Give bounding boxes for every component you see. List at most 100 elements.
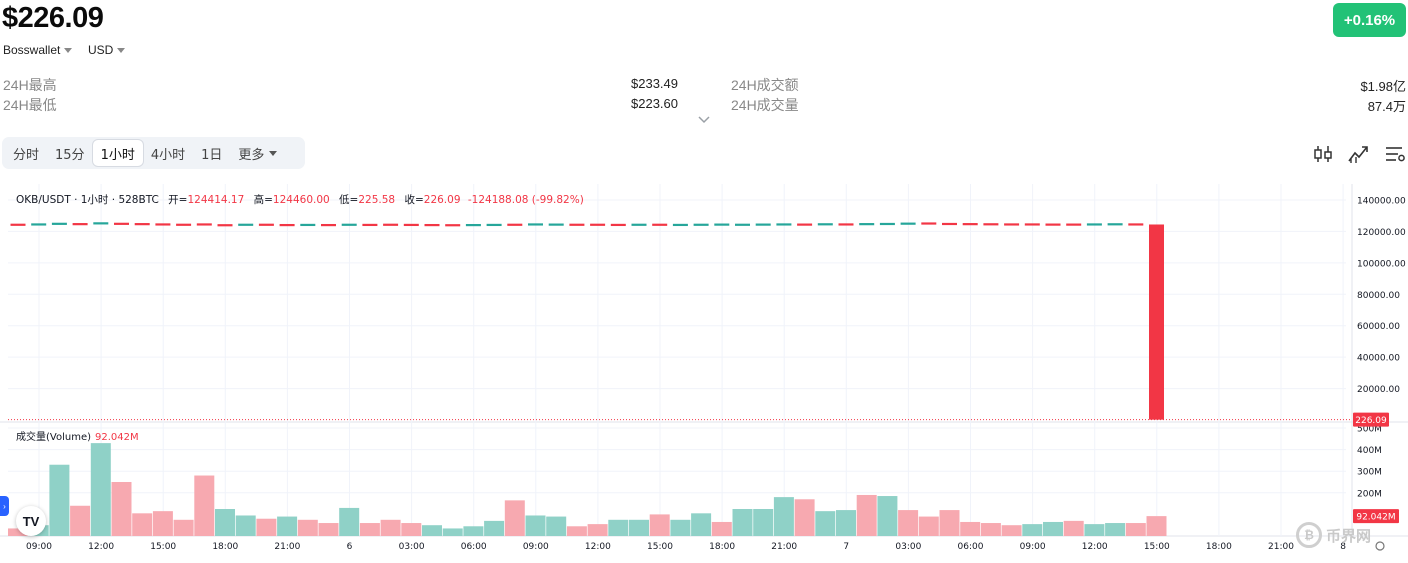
candle xyxy=(797,223,813,226)
legend-open-label: 开 xyxy=(168,194,179,206)
volume-bar xyxy=(566,526,587,536)
legend-low-label: 低 xyxy=(339,194,350,206)
candlestick-indicator-icon[interactable] xyxy=(1312,143,1334,165)
candle xyxy=(362,223,378,227)
candle xyxy=(1086,223,1102,226)
volume-bar xyxy=(318,523,339,536)
volume-tick-label: 300M xyxy=(1357,468,1382,478)
trend-line-icon[interactable] xyxy=(1347,143,1369,165)
tab-1d[interactable]: 1日 xyxy=(193,140,230,166)
volume-bar xyxy=(152,511,173,536)
volume-bar xyxy=(359,523,380,536)
time-tick-label: 18:00 xyxy=(212,542,238,552)
candle xyxy=(1024,223,1040,226)
price-tick-label: 60000.00 xyxy=(1357,322,1400,332)
candle xyxy=(631,223,647,226)
low-label: 24H最低 xyxy=(3,97,57,113)
tab-1h[interactable]: 1小时 xyxy=(92,140,143,166)
volume-bar xyxy=(629,519,649,536)
volume-bar xyxy=(422,525,442,536)
volume-bar xyxy=(111,482,132,536)
candle xyxy=(528,223,543,226)
candle xyxy=(486,223,502,227)
currency-selector[interactable]: USD xyxy=(88,43,126,57)
candle xyxy=(921,222,937,225)
volume-bar xyxy=(815,511,836,536)
time-tick-label: 15:00 xyxy=(150,542,176,552)
candle xyxy=(238,223,254,226)
candle xyxy=(51,222,67,225)
candle xyxy=(445,224,461,227)
volume-bar xyxy=(794,499,815,536)
candle xyxy=(714,223,730,226)
tab-time[interactable]: 分时 xyxy=(5,140,47,166)
chevron-down-icon[interactable] xyxy=(697,113,711,127)
volume-bar xyxy=(691,513,712,536)
high-value: $233.49 xyxy=(631,76,678,91)
volume-bar xyxy=(1022,524,1043,536)
legend-open: 124414.17 xyxy=(187,194,245,206)
tab-4h[interactable]: 4小时 xyxy=(143,140,193,166)
volume-bar xyxy=(256,518,277,536)
exchange-selector[interactable]: Bosswallet xyxy=(3,43,73,57)
volume-bar xyxy=(380,519,401,536)
candle xyxy=(755,223,771,226)
candle xyxy=(300,223,316,227)
candle xyxy=(1149,224,1164,420)
candle xyxy=(900,222,916,225)
volume-bar xyxy=(194,475,215,536)
volume-bar xyxy=(1001,525,1022,536)
volume-bar xyxy=(277,516,298,536)
side-panel-toggle[interactable]: › xyxy=(0,496,9,516)
volume-bar xyxy=(649,514,670,536)
tab-more[interactable]: 更多 xyxy=(230,140,285,166)
candle xyxy=(610,223,626,227)
price-change-badge: +0.16% xyxy=(1333,3,1406,37)
candle xyxy=(1004,223,1020,226)
tab-15m[interactable]: 15分 xyxy=(47,140,93,166)
volume-bar xyxy=(525,515,546,536)
candle xyxy=(693,223,709,226)
volume-value: 87.4万 xyxy=(1367,99,1406,114)
caret-down-icon xyxy=(117,48,126,53)
volume-bar xyxy=(898,510,919,536)
price-tick-label: 20000.00 xyxy=(1357,385,1400,395)
time-tick-label: 6 xyxy=(347,542,353,552)
candle xyxy=(942,222,957,226)
volume-bar xyxy=(856,494,877,536)
time-tick-label: 03:00 xyxy=(895,542,921,552)
settings-list-icon[interactable] xyxy=(1384,143,1406,165)
candle xyxy=(72,223,88,226)
candle xyxy=(321,223,336,227)
legend-change: -124188.08 (-99.82%) xyxy=(467,194,584,206)
chart-canvas[interactable]: 140000.00 120000.00 100000.00 80000.00 60000… xyxy=(0,184,1408,563)
volume-bar xyxy=(980,523,1001,536)
candle xyxy=(155,223,171,226)
volume-bar xyxy=(401,523,422,536)
watermark-coin-icon: ₿ xyxy=(1296,522,1322,548)
volume-bar xyxy=(753,509,774,536)
interval-tabs: 分时 15分 1小时 4小时 1日 更多 xyxy=(2,137,305,169)
volume-bar xyxy=(1146,516,1167,536)
volume-bar xyxy=(732,509,753,536)
candle xyxy=(1045,223,1061,226)
volume-bar xyxy=(442,528,463,536)
volume-bar xyxy=(918,516,939,536)
volume-bar xyxy=(670,519,691,536)
tradingview-logo[interactable]: TV xyxy=(16,506,46,536)
volume-bar xyxy=(1125,523,1146,536)
volume-bar xyxy=(587,524,608,536)
watermark-logo: ₿ 币界网 xyxy=(1296,522,1371,548)
candle xyxy=(879,222,895,226)
time-tick-label: 7 xyxy=(843,542,849,552)
price-chart[interactable]: 140000.00 120000.00 100000.00 80000.00 60000… xyxy=(0,184,1408,563)
candle xyxy=(258,223,274,226)
legend-symbol: OKB/USDT · 1小时 · 528BTC xyxy=(16,194,159,206)
volume-legend-value: 92.042M xyxy=(95,432,139,443)
volume-bar xyxy=(1063,520,1084,536)
volume-bar xyxy=(235,515,256,536)
axis-settings-icon xyxy=(1375,541,1385,551)
legend-close: 226.09 xyxy=(423,194,461,206)
candle xyxy=(507,223,523,226)
candle xyxy=(134,223,150,226)
